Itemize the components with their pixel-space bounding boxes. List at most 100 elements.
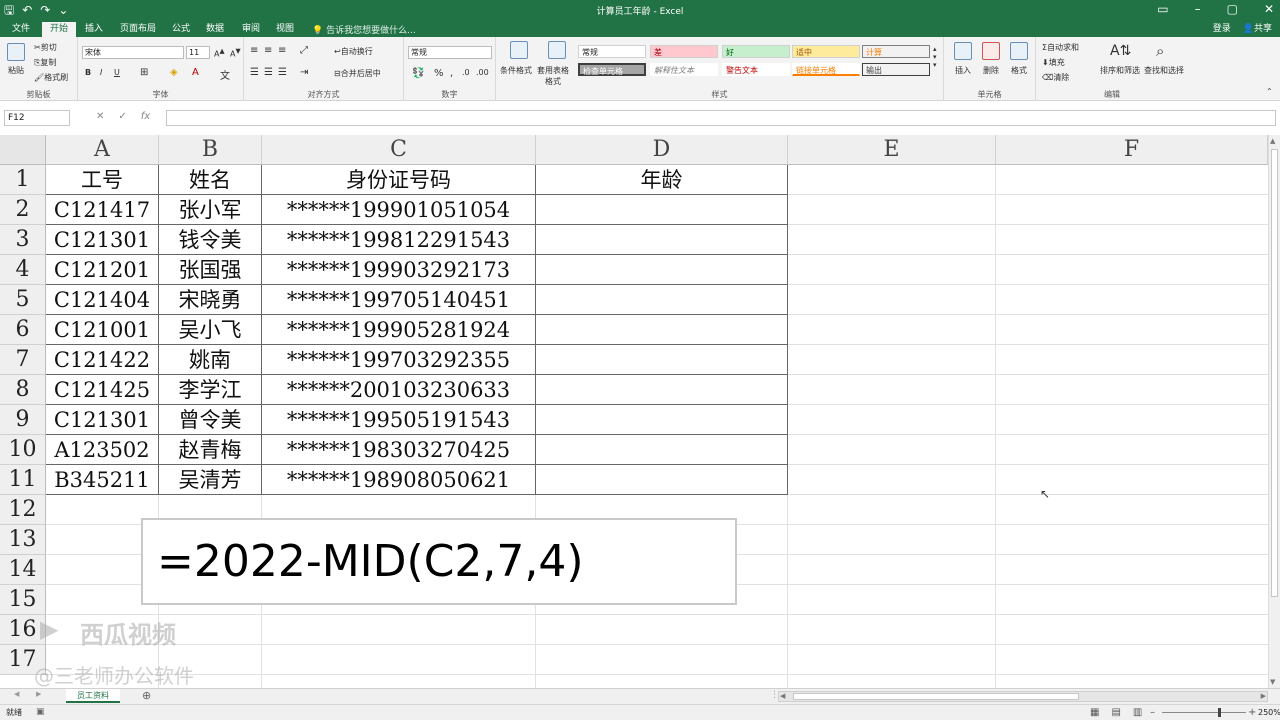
maximize-icon[interactable]: ▢: [1227, 2, 1238, 16]
cancel-icon[interactable]: ✕: [96, 111, 104, 122]
row-header-11[interactable]: 11: [0, 465, 46, 495]
enter-icon[interactable]: ✓: [118, 111, 126, 122]
format-painter-button[interactable]: 🖌格式刷: [34, 72, 68, 83]
row-header-1[interactable]: 1: [0, 165, 46, 195]
normal-view-icon[interactable]: ▦: [1090, 705, 1099, 720]
style-warning[interactable]: 警告文本: [722, 63, 790, 76]
table-cell[interactable]: C121404: [46, 285, 158, 315]
row-header-8[interactable]: 8: [0, 375, 46, 405]
table-cell[interactable]: [536, 285, 787, 315]
table-cell[interactable]: ******199903292173: [262, 255, 535, 285]
sort-filter-button[interactable]: 排序和筛选: [1100, 65, 1140, 76]
comma-icon[interactable]: ,: [450, 68, 453, 79]
minimize-icon[interactable]: –: [1195, 2, 1201, 16]
table-cell[interactable]: [536, 315, 787, 345]
find-select-button[interactable]: 查找和选择: [1144, 65, 1184, 76]
prev-sheet-icon[interactable]: ◀: [14, 690, 19, 698]
insert-cells-button[interactable]: 插入: [955, 65, 971, 76]
table-cell[interactable]: 宋晓勇: [159, 285, 261, 315]
column-header-e[interactable]: E: [788, 135, 996, 165]
align-bottom-icon[interactable]: ≡: [278, 45, 286, 56]
scroll-right-icon[interactable]: ▶: [1261, 692, 1266, 700]
tab-page-layout[interactable]: 页面布局: [114, 22, 162, 37]
find-select-icon[interactable]: ⌕: [1156, 42, 1164, 60]
table-cell[interactable]: 吴小飞: [159, 315, 261, 345]
border-icon[interactable]: ⊞: [140, 67, 148, 78]
sort-filter-icon[interactable]: A⇅: [1110, 43, 1131, 59]
column-header-d[interactable]: D: [536, 135, 788, 165]
style-calculation[interactable]: 计算: [862, 45, 930, 58]
table-header-cell[interactable]: 年龄: [536, 165, 787, 195]
paste-button[interactable]: 粘贴: [8, 65, 24, 76]
bold-button[interactable]: B: [85, 68, 91, 77]
scroll-left-icon[interactable]: ◀: [780, 692, 785, 700]
font-size-select[interactable]: 11: [186, 46, 210, 59]
table-cell[interactable]: 曾令美: [159, 405, 261, 435]
style-linked-cell[interactable]: 链接单元格: [792, 63, 860, 76]
format-table-button[interactable]: 套用表格格式: [536, 65, 570, 87]
column-header-b[interactable]: B: [159, 135, 262, 165]
select-all-corner[interactable]: [0, 135, 46, 165]
align-left-icon[interactable]: ☰: [250, 67, 259, 78]
align-middle-icon[interactable]: ≡: [264, 45, 272, 56]
table-header-cell[interactable]: 工号: [46, 165, 158, 195]
zoom-level[interactable]: 250%: [1258, 705, 1280, 720]
tab-formulas[interactable]: 公式: [166, 22, 196, 37]
table-cell[interactable]: C121422: [46, 345, 158, 375]
align-center-icon[interactable]: ☰: [264, 67, 273, 78]
format-cells-button[interactable]: 格式: [1011, 65, 1027, 76]
style-good[interactable]: 好: [722, 45, 790, 58]
style-normal[interactable]: 常规: [578, 45, 646, 58]
table-cell[interactable]: ******199812291543: [262, 225, 535, 255]
delete-cells-icon[interactable]: [982, 42, 1000, 60]
table-cell[interactable]: 张小军: [159, 195, 261, 225]
tab-data[interactable]: 数据: [200, 22, 230, 37]
table-cell[interactable]: [536, 345, 787, 375]
row-header-15[interactable]: 15: [0, 585, 46, 615]
table-cell[interactable]: ******199901051054: [262, 195, 535, 225]
format-table-icon[interactable]: [548, 41, 566, 59]
copy-button[interactable]: ⎘复制: [34, 57, 56, 68]
vertical-scrollbar[interactable]: ▲ ▼: [1268, 135, 1280, 688]
row-header-13[interactable]: 13: [0, 525, 46, 555]
align-top-icon[interactable]: ≡: [250, 45, 258, 56]
indent-icon[interactable]: ⇥: [300, 67, 308, 78]
style-bad[interactable]: 差: [650, 45, 718, 58]
scroll-down-icon[interactable]: ▼: [1270, 678, 1275, 686]
row-header-7[interactable]: 7: [0, 345, 46, 375]
collapse-ribbon-icon[interactable]: ⌃: [1266, 87, 1273, 96]
macro-record-icon[interactable]: ▣: [36, 705, 45, 720]
table-cell[interactable]: [536, 405, 787, 435]
close-icon[interactable]: ✕: [1264, 2, 1274, 16]
italic-button[interactable]: I: [100, 68, 102, 77]
tab-view[interactable]: 视图: [270, 22, 300, 37]
row-header-4[interactable]: 4: [0, 255, 46, 285]
currency-icon[interactable]: 💱: [412, 68, 424, 79]
table-cell[interactable]: C121001: [46, 315, 158, 345]
clear-button[interactable]: ⌫清除: [1042, 72, 1069, 83]
percent-button[interactable]: %: [434, 68, 444, 79]
row-header-14[interactable]: 14: [0, 555, 46, 585]
column-header-c[interactable]: C: [262, 135, 536, 165]
fill-color-icon[interactable]: ◈: [170, 67, 178, 78]
table-cell[interactable]: ******198303270425: [262, 435, 535, 465]
table-cell[interactable]: ******199505191543: [262, 405, 535, 435]
tab-review[interactable]: 审阅: [236, 22, 266, 37]
conditional-format-icon[interactable]: [510, 41, 528, 59]
autosum-button[interactable]: Σ自动求和: [1042, 42, 1079, 53]
number-format-select[interactable]: 常规: [408, 46, 492, 59]
table-cell[interactable]: 张国强: [159, 255, 261, 285]
add-sheet-icon[interactable]: ⊕: [142, 689, 151, 702]
zoom-in-icon[interactable]: +: [1248, 705, 1256, 720]
table-cell[interactable]: C121301: [46, 225, 158, 255]
table-cell[interactable]: ******199703292355: [262, 345, 535, 375]
tab-insert[interactable]: 插入: [80, 22, 108, 37]
table-cell[interactable]: A123502: [46, 435, 158, 465]
table-cell[interactable]: [536, 435, 787, 465]
orientation-icon[interactable]: ⤢: [300, 45, 308, 56]
horizontal-scroll-thumb[interactable]: [793, 693, 1079, 700]
table-cell[interactable]: ******200103230633: [262, 375, 535, 405]
insert-function-button[interactable]: fx: [141, 111, 150, 122]
table-cell[interactable]: 钱令美: [159, 225, 261, 255]
page-break-view-icon[interactable]: ▥: [1133, 705, 1142, 720]
